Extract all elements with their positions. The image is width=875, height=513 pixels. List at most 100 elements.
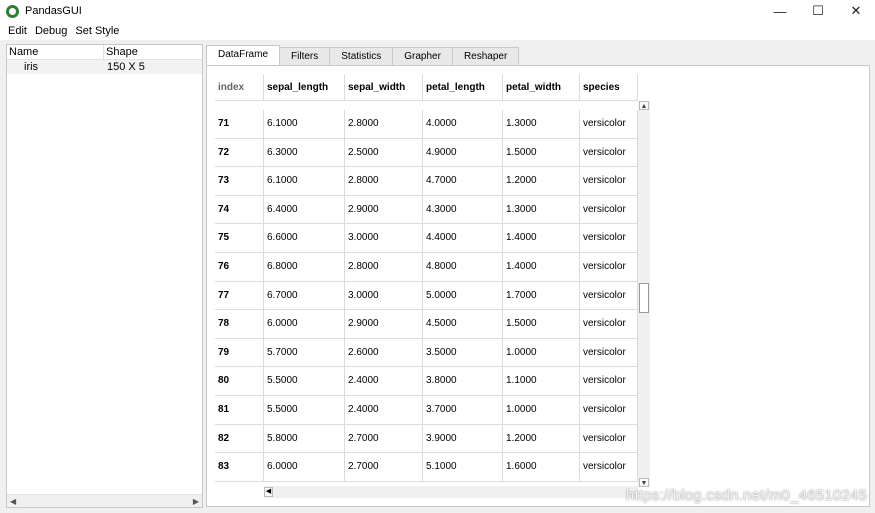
menu-edit[interactable]: Edit <box>4 25 31 37</box>
cell-sepal-length[interactable]: 6.0000 <box>264 310 345 338</box>
cell-petal-length[interactable]: 4.9000 <box>423 138 503 167</box>
cell-sepal-width[interactable]: 2.5000 <box>345 138 423 167</box>
cell-sepal-width[interactable]: 2.7000 <box>345 453 423 481</box>
scroll-left-icon[interactable]: ◀ <box>264 487 273 497</box>
cell-species[interactable]: versicolor <box>580 138 638 167</box>
table-row[interactable]: 82 5.8000 2.7000 3.9000 1.2000 versicolor <box>215 424 638 454</box>
cell-species[interactable]: versicolor <box>580 395 638 424</box>
menu-debug[interactable]: Debug <box>31 25 71 37</box>
cell-species[interactable]: versicolor <box>580 424 638 453</box>
cell-petal-length[interactable]: 3.7000 <box>423 395 503 424</box>
cell-sepal-length[interactable]: 5.8000 <box>264 424 345 453</box>
cell-sepal-length[interactable]: 6.1000 <box>264 110 345 138</box>
table-row[interactable]: 79 5.7000 2.6000 3.5000 1.0000 versicolor <box>215 338 638 368</box>
navigator-horizontal-scrollbar[interactable]: ◀ ▶ <box>7 494 202 507</box>
cell-species[interactable]: versicolor <box>580 281 638 310</box>
vertical-scroll-thumb[interactable] <box>639 283 649 313</box>
navigator-header-name[interactable]: Name <box>7 45 104 59</box>
table-row[interactable]: 78 6.0000 2.9000 4.5000 1.5000 versicolor <box>215 310 638 339</box>
tab-statistics[interactable]: Statistics <box>329 47 394 66</box>
maximize-button[interactable]: ☐ <box>799 0 837 22</box>
column-header-sepal-width[interactable]: sepal_width <box>345 74 423 101</box>
cell-petal-length[interactable]: 3.8000 <box>423 367 503 395</box>
scroll-left-icon[interactable]: ◀ <box>10 497 16 506</box>
scroll-down-icon[interactable]: ▼ <box>639 478 649 487</box>
cell-sepal-width[interactable]: 3.0000 <box>345 224 423 252</box>
cell-sepal-width[interactable]: 2.9000 <box>345 195 423 224</box>
cell-species[interactable]: versicolor <box>580 338 638 367</box>
cell-species[interactable]: versicolor <box>580 195 638 224</box>
cell-petal-length[interactable]: 4.3000 <box>423 195 503 224</box>
cell-index[interactable]: 71 <box>215 110 264 138</box>
cell-petal-width[interactable]: 1.1000 <box>503 367 580 395</box>
column-header-sepal-length[interactable]: sepal_length <box>264 74 345 101</box>
cell-species[interactable]: versicolor <box>580 224 638 252</box>
cell-petal-width[interactable]: 1.5000 <box>503 138 580 167</box>
tab-filters[interactable]: Filters <box>279 47 331 66</box>
table-horizontal-scrollbar[interactable]: ◀ <box>264 486 638 498</box>
column-header-species[interactable]: species <box>580 74 638 101</box>
table-row[interactable]: 71 6.1000 2.8000 4.0000 1.3000 versicolor <box>215 110 638 139</box>
scroll-up-icon[interactable]: ▲ <box>639 101 649 110</box>
cell-petal-length[interactable]: 4.5000 <box>423 310 503 338</box>
cell-petal-length[interactable]: 4.8000 <box>423 252 503 281</box>
cell-sepal-width[interactable]: 2.4000 <box>345 367 423 395</box>
tab-grapher[interactable]: Grapher <box>392 47 453 66</box>
cell-index[interactable]: 78 <box>215 310 264 338</box>
table-row[interactable]: 74 6.4000 2.9000 4.3000 1.3000 versicolor <box>215 195 638 225</box>
cell-index[interactable]: 73 <box>215 167 264 195</box>
cell-index[interactable]: 82 <box>215 424 264 453</box>
table-row[interactable]: 83 6.0000 2.7000 5.1000 1.6000 versicolor <box>215 453 638 482</box>
cell-index[interactable]: 83 <box>215 453 264 481</box>
table-vertical-scrollbar[interactable]: ▲ ▼ <box>638 101 650 487</box>
column-header-petal-width[interactable]: petal_width <box>503 74 580 101</box>
cell-sepal-width[interactable]: 3.0000 <box>345 281 423 310</box>
cell-petal-length[interactable]: 4.4000 <box>423 224 503 252</box>
cell-petal-width[interactable]: 1.3000 <box>503 195 580 224</box>
tab-dataframe[interactable]: DataFrame <box>206 45 281 66</box>
cell-sepal-length[interactable]: 6.8000 <box>264 252 345 281</box>
cell-petal-width[interactable]: 1.2000 <box>503 424 580 453</box>
cell-index[interactable]: 74 <box>215 195 264 224</box>
cell-petal-length[interactable]: 3.9000 <box>423 424 503 453</box>
cell-index[interactable]: 76 <box>215 252 264 281</box>
cell-petal-length[interactable]: 5.1000 <box>423 453 503 481</box>
table-row[interactable]: 76 6.8000 2.8000 4.8000 1.4000 versicolor <box>215 252 638 282</box>
cell-sepal-width[interactable]: 2.9000 <box>345 310 423 338</box>
cell-sepal-length[interactable]: 6.6000 <box>264 224 345 252</box>
table-row[interactable]: 81 5.5000 2.4000 3.7000 1.0000 versicolor <box>215 395 638 425</box>
close-button[interactable]: ✕ <box>837 0 875 22</box>
cell-petal-width[interactable]: 1.4000 <box>503 224 580 252</box>
cell-index[interactable]: 81 <box>215 395 264 424</box>
cell-sepal-length[interactable]: 6.7000 <box>264 281 345 310</box>
cell-sepal-width[interactable]: 2.6000 <box>345 338 423 367</box>
cell-petal-width[interactable]: 1.0000 <box>503 395 580 424</box>
cell-sepal-width[interactable]: 2.7000 <box>345 424 423 453</box>
cell-petal-length[interactable]: 4.0000 <box>423 110 503 138</box>
cell-species[interactable]: versicolor <box>580 110 638 138</box>
cell-petal-width[interactable]: 1.7000 <box>503 281 580 310</box>
cell-sepal-length[interactable]: 5.7000 <box>264 338 345 367</box>
menu-set-style[interactable]: Set Style <box>71 25 123 37</box>
cell-sepal-length[interactable]: 6.0000 <box>264 453 345 481</box>
cell-sepal-width[interactable]: 2.4000 <box>345 395 423 424</box>
cell-sepal-length[interactable]: 6.3000 <box>264 138 345 167</box>
navigator-item-iris[interactable]: iris 150 X 5 <box>7 60 202 74</box>
cell-sepal-length[interactable]: 5.5000 <box>264 367 345 395</box>
cell-species[interactable]: versicolor <box>580 167 638 195</box>
cell-species[interactable]: versicolor <box>580 252 638 281</box>
cell-sepal-length[interactable]: 6.1000 <box>264 167 345 195</box>
table-row[interactable]: 75 6.6000 3.0000 4.4000 1.4000 versicolor <box>215 224 638 253</box>
cell-index[interactable]: 75 <box>215 224 264 252</box>
table-row[interactable]: 72 6.3000 2.5000 4.9000 1.5000 versicolor <box>215 138 638 168</box>
cell-sepal-width[interactable]: 2.8000 <box>345 252 423 281</box>
cell-sepal-length[interactable]: 5.5000 <box>264 395 345 424</box>
cell-species[interactable]: versicolor <box>580 453 638 481</box>
cell-index[interactable]: 77 <box>215 281 264 310</box>
cell-petal-width[interactable]: 1.5000 <box>503 310 580 338</box>
minimize-button[interactable]: — <box>761 0 799 22</box>
scroll-right-icon[interactable]: ▶ <box>193 497 199 506</box>
cell-sepal-width[interactable]: 2.8000 <box>345 110 423 138</box>
navigator-header-shape[interactable]: Shape <box>104 45 138 59</box>
cell-sepal-width[interactable]: 2.8000 <box>345 167 423 195</box>
